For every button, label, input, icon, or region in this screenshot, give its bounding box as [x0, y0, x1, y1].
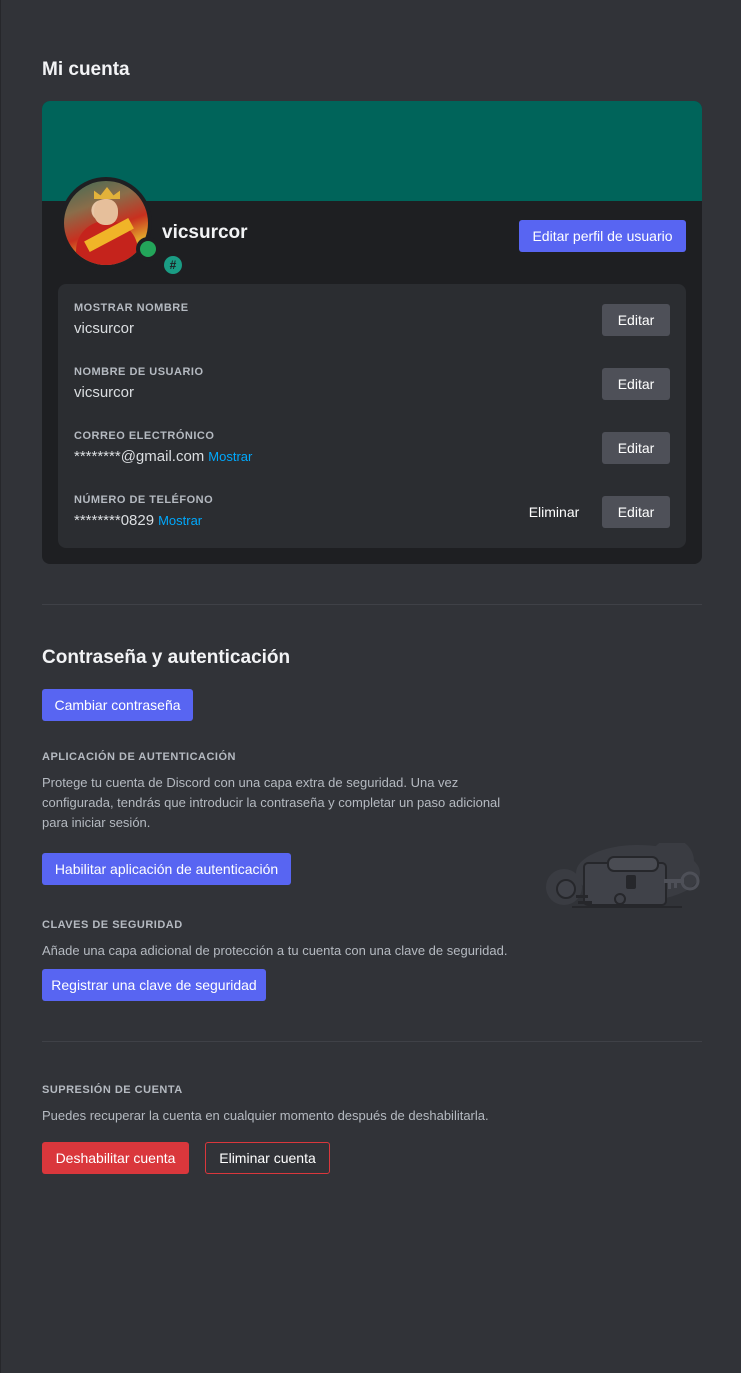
change-password-button[interactable]: Cambiar contraseña: [42, 689, 193, 721]
email-row: ********@gmail.com Mostrar: [74, 448, 252, 465]
username-value: vicsurcor: [74, 384, 135, 401]
auth-app-description-line: para iniciar sesión.: [42, 815, 151, 830]
avatar[interactable]: [64, 181, 148, 265]
hashtag-badge-icon[interactable]: #: [164, 256, 182, 274]
remove-phone-button[interactable]: Eliminar: [518, 496, 590, 528]
profile-username: vicsurcor: [162, 222, 248, 243]
user-profile-card: vicsurcor # Editar perfil de usuario MOS…: [42, 101, 702, 564]
delete-account-button[interactable]: Eliminar cuenta: [205, 1142, 330, 1174]
avatar-ring: [60, 177, 160, 269]
username-label: NOMBRE DE USUARIO: [74, 366, 204, 378]
edit-profile-button[interactable]: Editar perfil de usuario: [519, 220, 686, 252]
phone-row: ********0829 Mostrar: [74, 512, 202, 529]
account-deletion-label: SUPRESIÓN DE CUENTA: [42, 1084, 183, 1096]
edit-display-name-button[interactable]: Editar: [602, 304, 670, 336]
auth-app-description-line: configurada, tendrás que introducir la c…: [42, 795, 501, 810]
online-status-icon: [136, 237, 160, 261]
profile-banner: [42, 101, 702, 201]
avatar-crown-shape: [94, 187, 120, 199]
email-value: ********@gmail.com: [74, 448, 205, 465]
security-keys-label: CLAVES DE SEGURIDAD: [42, 919, 183, 931]
auth-app-description: Protege tu cuenta de Discord con una cap…: [42, 773, 522, 833]
auth-app-label: APLICACIÓN DE AUTENTICACIÓN: [42, 751, 236, 763]
security-title: Contraseña y autenticación: [42, 647, 291, 668]
email-label: CORREO ELECTRÓNICO: [74, 430, 215, 442]
edit-phone-button[interactable]: Editar: [602, 496, 670, 528]
edit-username-button[interactable]: Editar: [602, 368, 670, 400]
auth-app-description-line: Protege tu cuenta de Discord con una cap…: [42, 775, 459, 790]
account-fields-panel: MOSTRAR NOMBRE vicsurcor Editar NOMBRE D…: [58, 284, 686, 548]
phone-value: ********0829: [74, 512, 155, 529]
reveal-phone-link[interactable]: Mostrar: [158, 513, 202, 528]
reveal-email-link[interactable]: Mostrar: [208, 449, 252, 464]
register-security-key-button[interactable]: Registrar una clave de seguridad: [42, 969, 266, 1001]
security-keys-description: Añade una capa adicional de protección a…: [42, 943, 508, 958]
edit-email-button[interactable]: Editar: [602, 432, 670, 464]
disable-account-button[interactable]: Deshabilitar cuenta: [42, 1142, 189, 1174]
security-vault-illustration-icon: [546, 843, 700, 908]
section-divider: [42, 604, 702, 605]
display-name-label: MOSTRAR NOMBRE: [74, 302, 189, 314]
phone-label: NÚMERO DE TELÉFONO: [74, 494, 214, 506]
avatar-face-shape: [94, 199, 118, 225]
section-divider: [42, 1041, 702, 1042]
account-deletion-description: Puedes recuperar la cuenta en cualquier …: [42, 1108, 489, 1123]
settings-page: Mi cuenta vicsurcor # Editar perfil de u…: [0, 0, 741, 1373]
enable-auth-app-button[interactable]: Habilitar aplicación de autenticación: [42, 853, 291, 885]
display-name-value: vicsurcor: [74, 320, 135, 337]
page-title: Mi cuenta: [42, 59, 130, 80]
